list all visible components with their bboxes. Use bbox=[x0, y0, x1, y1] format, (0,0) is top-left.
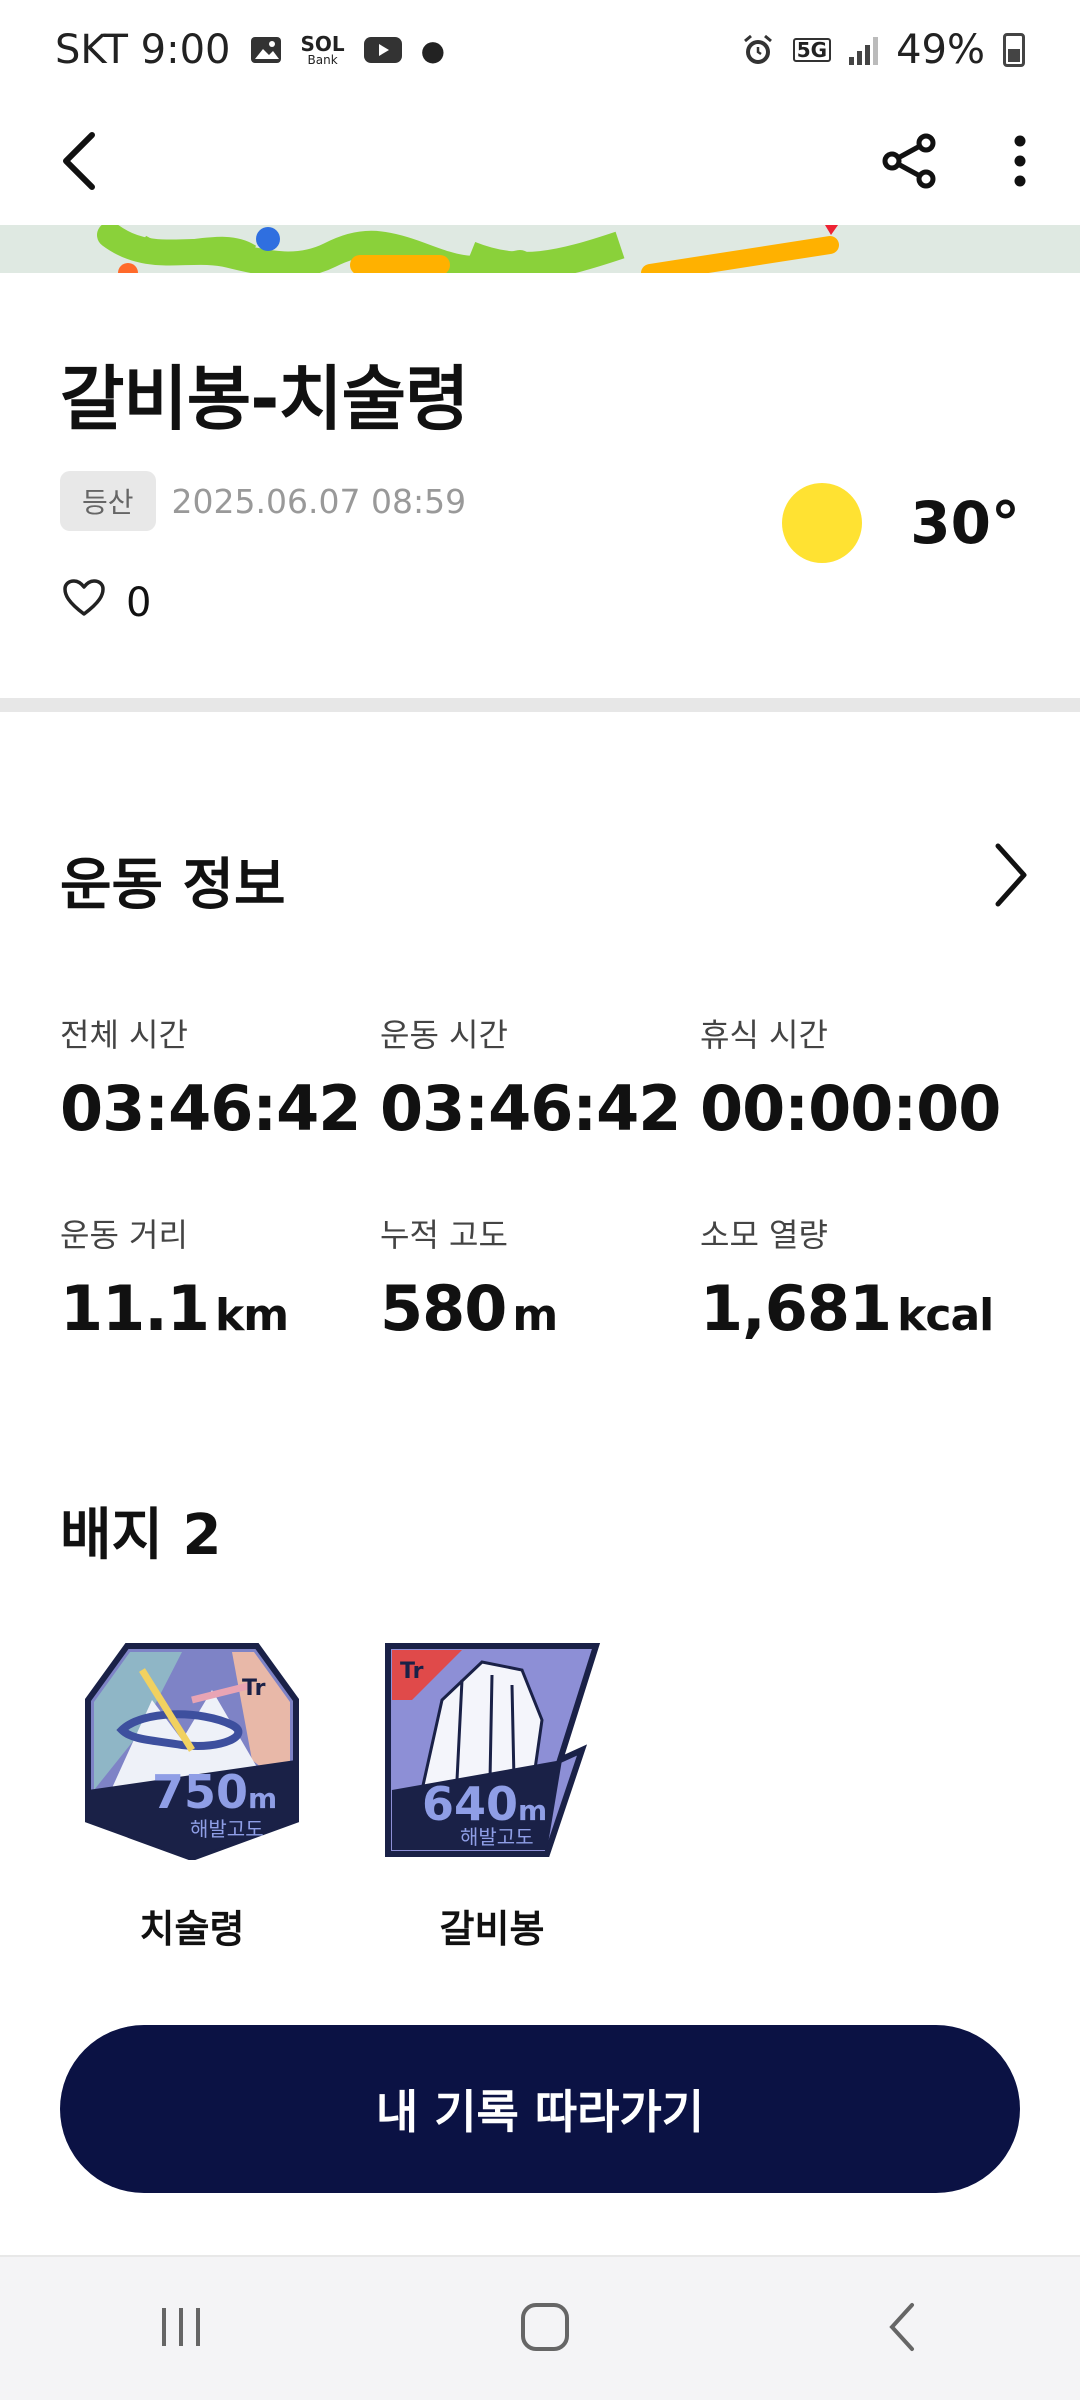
stat-label: 소모 열량 bbox=[700, 1216, 828, 1254]
svg-text:Tr: Tr bbox=[400, 1659, 424, 1684]
stat-label: 누적 고도 bbox=[380, 1216, 508, 1254]
record-meta: 등산 2025.06.07 08:59 bbox=[60, 471, 466, 531]
home-icon[interactable] bbox=[519, 2301, 571, 2357]
stat-label: 전체 시간 bbox=[60, 1016, 188, 1054]
stat-distance: 운동 거리 11.1 km bbox=[60, 1210, 380, 1345]
youtube-icon bbox=[363, 35, 403, 65]
status-bar: SKT 9:00 SOL Bank ● 5G 49% bbox=[0, 0, 1080, 100]
temperature: 30° bbox=[910, 489, 1020, 557]
follow-my-record-button[interactable]: 내 기록 따라가기 bbox=[60, 2025, 1020, 2193]
stat-unit: km bbox=[214, 1290, 289, 1341]
sol-bank-icon: SOL Bank bbox=[300, 32, 345, 67]
svg-text:Tr: Tr bbox=[242, 1676, 266, 1701]
system-nav-bar bbox=[0, 2255, 1080, 2400]
badges-heading: 배지 2 bbox=[60, 1503, 222, 1568]
svg-text:해발고도: 해발고도 bbox=[460, 1825, 534, 1849]
heart-icon bbox=[62, 578, 106, 628]
stat-label: 휴식 시간 bbox=[700, 1016, 828, 1054]
like-button[interactable]: 0 bbox=[62, 578, 151, 628]
stat-calories: 소모 열량 1,681 kcal bbox=[700, 1210, 1020, 1345]
stat-value: 03:46:42 bbox=[60, 1072, 361, 1145]
exercise-stats: 전체 시간 03:46:42 운동 시간 03:46:42 휴식 시간 00:0… bbox=[60, 1010, 1020, 1345]
badge-item[interactable]: Tr 750m 해발고도 치술령 bbox=[72, 1640, 312, 1953]
badge-item[interactable]: Tr 640m 해발고도 갈비봉 bbox=[372, 1640, 612, 1953]
share-icon[interactable] bbox=[880, 131, 940, 195]
battery-percent: 49% bbox=[896, 27, 985, 73]
stat-value: 1,681 kcal bbox=[700, 1272, 994, 1345]
like-count: 0 bbox=[126, 580, 152, 626]
stat-exercise-time: 운동 시간 03:46:42 bbox=[380, 1010, 700, 1145]
stat-label: 운동 거리 bbox=[60, 1216, 188, 1254]
rock-badge-icon: Tr 640m 해발고도 bbox=[385, 1643, 601, 1857]
record-title: 갈비봉-치술령 bbox=[60, 358, 469, 440]
stat-value: 00:00:00 bbox=[700, 1072, 1001, 1145]
stat-unit: m bbox=[512, 1290, 558, 1341]
signal-icon bbox=[849, 35, 879, 65]
dot-icon: ● bbox=[420, 33, 446, 67]
more-vertical-icon[interactable] bbox=[1010, 131, 1030, 195]
stat-elevation: 누적 고도 580 m bbox=[380, 1210, 700, 1345]
stat-value: 11.1 km bbox=[60, 1272, 289, 1345]
section-divider bbox=[0, 698, 1080, 712]
recent-apps-icon[interactable] bbox=[156, 2302, 206, 2356]
svg-text:해발고도: 해발고도 bbox=[190, 1817, 264, 1841]
alarm-icon bbox=[741, 33, 775, 67]
stat-value: 580 m bbox=[380, 1272, 558, 1345]
sunny-icon bbox=[782, 483, 863, 563]
gallery-icon bbox=[249, 35, 283, 65]
stat-total-time: 전체 시간 03:46:42 bbox=[60, 1010, 380, 1145]
back-nav-icon[interactable] bbox=[884, 2301, 924, 2357]
carrier-time: SKT 9:00 bbox=[55, 27, 231, 73]
exercise-info-heading: 운동 정보 bbox=[60, 853, 286, 918]
stat-rest-time: 휴식 시간 00:00:00 bbox=[700, 1010, 1020, 1145]
mountain-badge-icon: Tr 750m 해발고도 bbox=[85, 1643, 299, 1860]
badge-label: 치술령 bbox=[139, 1907, 245, 1951]
weather: 30° bbox=[782, 483, 1020, 563]
app-bar bbox=[0, 100, 1080, 225]
stat-unit: kcal bbox=[897, 1290, 994, 1341]
activity-tag: 등산 bbox=[60, 471, 156, 531]
stat-label: 운동 시간 bbox=[380, 1016, 508, 1054]
battery-icon bbox=[1003, 33, 1025, 67]
badge-label: 갈비봉 bbox=[439, 1907, 545, 1951]
chevron-right-icon[interactable] bbox=[990, 840, 1030, 914]
stat-value: 03:46:42 bbox=[380, 1072, 681, 1145]
record-summary: 갈비봉-치술령 등산 2025.06.07 08:59 0 30° bbox=[0, 273, 1080, 698]
record-datetime: 2025.06.07 08:59 bbox=[171, 481, 467, 521]
route-map[interactable] bbox=[0, 225, 1080, 273]
network-5g-icon: 5G bbox=[792, 38, 832, 62]
back-icon[interactable] bbox=[60, 131, 100, 195]
